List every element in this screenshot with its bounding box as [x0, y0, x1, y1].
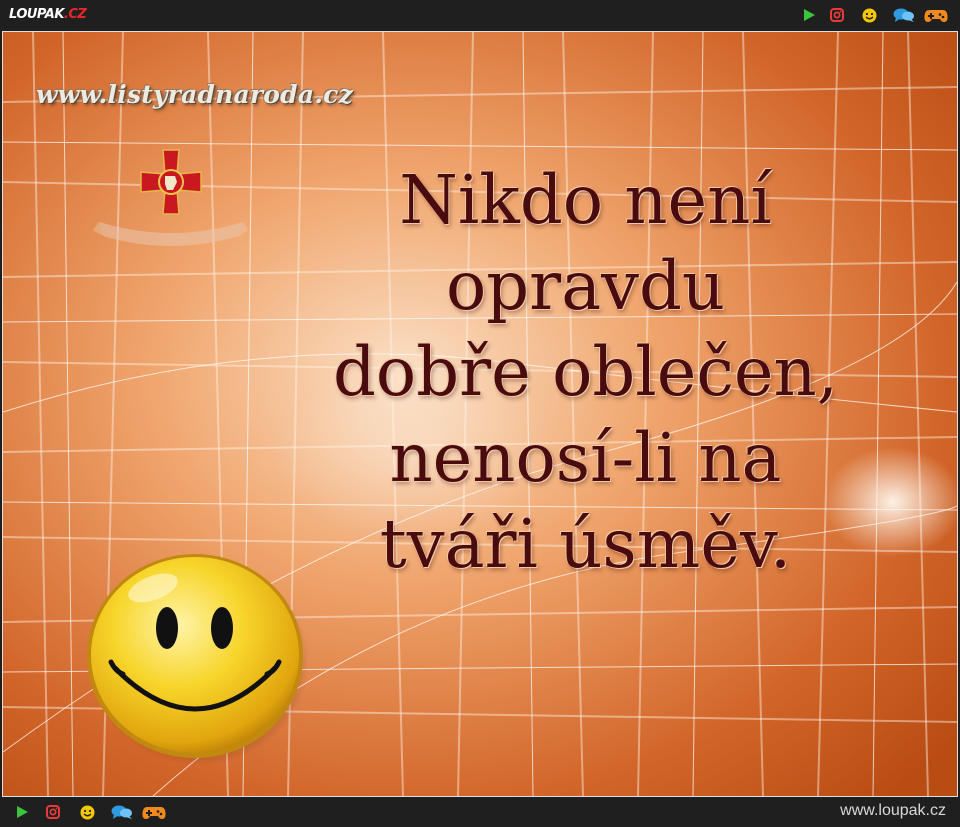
logo-tld-text: .CZ: [63, 7, 87, 22]
smiley-icon[interactable]: [70, 803, 104, 821]
logo-main-text: LOUPAK: [9, 7, 64, 22]
play-icon[interactable]: [8, 803, 36, 821]
quote-line: dobře oblečen,: [332, 333, 839, 411]
watermark-url: www.listyradnaroda.cz: [36, 80, 353, 109]
instagram-icon[interactable]: [36, 803, 70, 821]
bottom-icon-group: [8, 803, 168, 821]
play-icon[interactable]: [796, 6, 822, 24]
gamepad-icon[interactable]: [922, 6, 950, 24]
meme-image: www.listyradnaroda.cz Nikdo není opravdu…: [2, 31, 958, 797]
instagram-icon[interactable]: [822, 6, 852, 24]
quote-line: tváři úsměv.: [379, 505, 792, 583]
top-bar: LOUPAK.CZ: [0, 0, 960, 30]
smiley-icon[interactable]: [852, 6, 886, 24]
quote-line: Nikdo není: [399, 161, 772, 239]
chat-icon[interactable]: [104, 803, 140, 821]
quote-text: Nikdo není opravdu dobře oblečen, nenosí…: [263, 157, 908, 587]
smiley-face-image: [87, 554, 308, 765]
quote-line: opravdu: [445, 247, 726, 325]
site-logo[interactable]: LOUPAK.CZ: [9, 5, 87, 25]
order-emblem-logo: [93, 149, 249, 246]
chat-icon[interactable]: [886, 6, 922, 24]
gamepad-icon[interactable]: [140, 803, 168, 821]
footer-site-link[interactable]: www.loupak.cz: [840, 802, 946, 820]
quote-line: nenosí-li na: [389, 419, 782, 497]
top-icon-group: [796, 6, 950, 24]
